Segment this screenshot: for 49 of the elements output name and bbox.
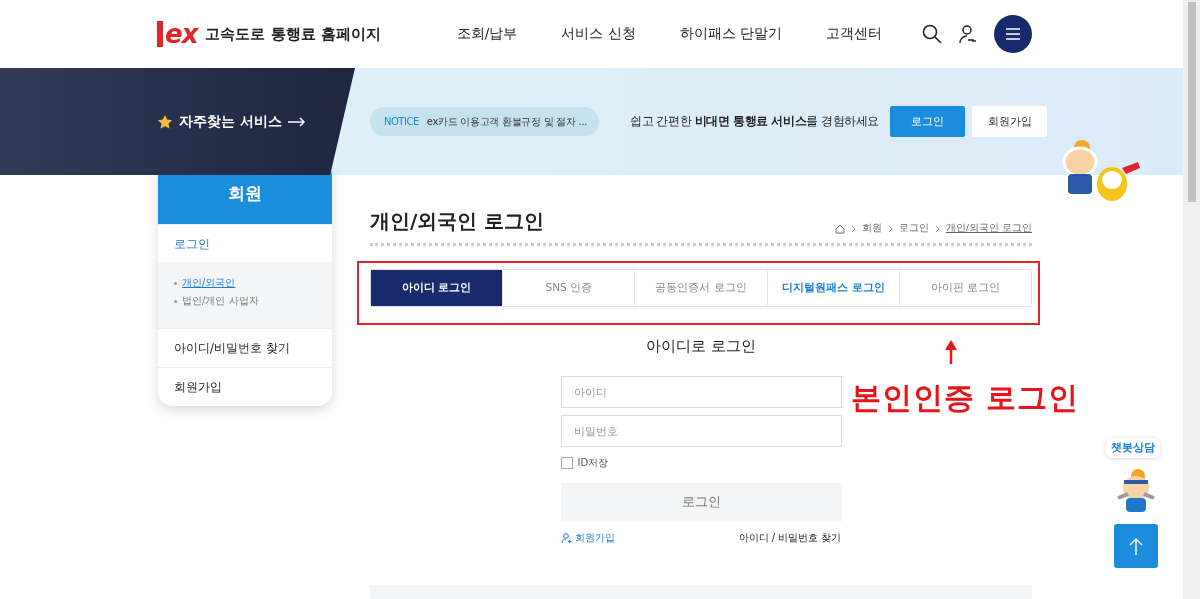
logo[interactable]: ex [157,21,198,47]
chevron-icon [850,224,856,233]
notice-bar[interactable]: NOTICE ex카드 이용고객 환불규정 및 절차 ... [370,107,600,136]
notice-text: ex카드 이용고객 환불규정 및 절차 ... [426,114,588,129]
breadcrumb-link[interactable]: 로그인 [898,222,929,235]
annotation-text: 본인인증 로그인 [851,379,1080,417]
checkbox-label: ID저장 [577,456,609,470]
chatbot-drawing[interactable] [1114,468,1158,512]
nav-link[interactable]: 고객센터 [826,25,882,43]
breadcrumb-link[interactable]: 회원 [861,222,882,235]
nav-link[interactable]: 하이패스 단말기 [679,25,782,43]
promo-text: 쉽고 간편한 비대면 통행료 서비스를 경험하세요 [630,114,879,129]
sidebar-item[interactable]: 회원가입 [158,367,332,406]
submenu-item[interactable]: 개인/외국인 [174,276,316,291]
submit-button[interactable]: 로그인 [560,483,842,521]
signup-button[interactable]: 회원가입 [972,106,1047,137]
chatbot-label[interactable]: 챗봇상담 [1106,438,1160,458]
checkbox[interactable] [560,457,573,469]
bullet-icon [174,281,177,285]
signup-link[interactable]: 회원가입 [560,531,615,545]
home-icon[interactable] [834,223,845,234]
input-field[interactable]: 아이디 [560,376,842,408]
submenu-item[interactable]: 법인/개인 사업자 [174,294,316,309]
breadcrumb-link[interactable]: 개인/외국인 로그인 [945,222,1032,235]
annotation-arrow [944,340,958,364]
scrollbar[interactable] [1183,0,1200,599]
add-user-icon [560,532,572,544]
menu-icon [1006,28,1020,40]
login-button[interactable]: 로그인 [890,106,965,137]
form-title: 아이디로 로그인 [645,337,757,356]
arrow-up-icon [1129,537,1143,555]
search-icon[interactable] [922,24,942,44]
nav-link[interactable]: 조회/납부 [456,25,518,43]
page-title: 개인/외국인 로그인 [370,208,545,235]
favorites-link[interactable]: 자주찾는 서비스 [179,112,282,131]
sidebar-item[interactable]: 아이디/비밀번호 찾기 [158,328,332,367]
notice-label: NOTICE [384,116,419,127]
user-key-icon[interactable] [958,24,978,44]
arrow-right-icon [287,116,306,127]
input-field[interactable]: 비밀번호 [560,415,842,447]
menu-button[interactable] [994,15,1032,53]
find-account-link[interactable]: 아이디 / 비밀번호 찾기 [738,531,842,545]
chevron-icon [934,224,940,233]
bullet-icon [174,299,177,303]
nav-link[interactable]: 서비스 신청 [561,25,636,43]
star-icon [157,113,173,130]
chevron-icon [887,224,893,233]
login-tab[interactable]: 아이디 로그인 [371,270,503,306]
site-title: 고속도로 통행료 홈페이지 [205,24,381,44]
